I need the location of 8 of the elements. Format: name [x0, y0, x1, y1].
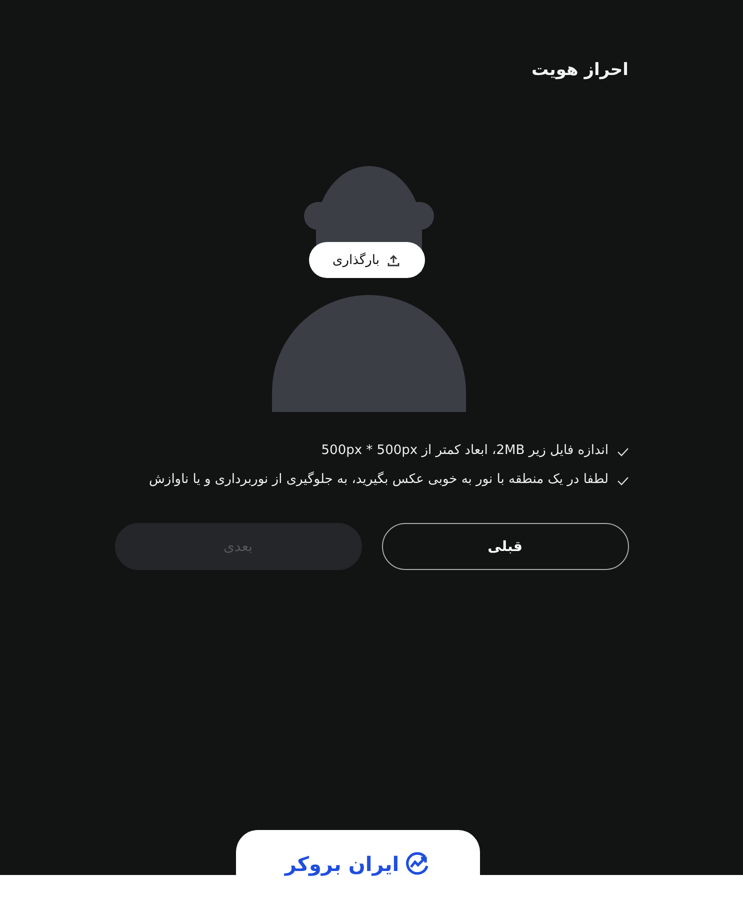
requirement-text: اندازه فایل زیر 2MB، ابعاد کمتر از 500px * 500px	[321, 442, 608, 459]
requirement-text: لطفا در یک منطقه با نور به خوبی عکس بگیرید، به جلوگیری از نوربرداری و یا ناوازش	[149, 471, 608, 488]
upload-button[interactable]: بارگذاری	[308, 242, 424, 278]
page-title: احراز هویت	[531, 60, 628, 80]
upload-icon	[387, 254, 400, 266]
previous-button[interactable]: قبلی	[382, 523, 628, 570]
check-icon	[616, 447, 628, 457]
check-icon	[616, 476, 628, 486]
